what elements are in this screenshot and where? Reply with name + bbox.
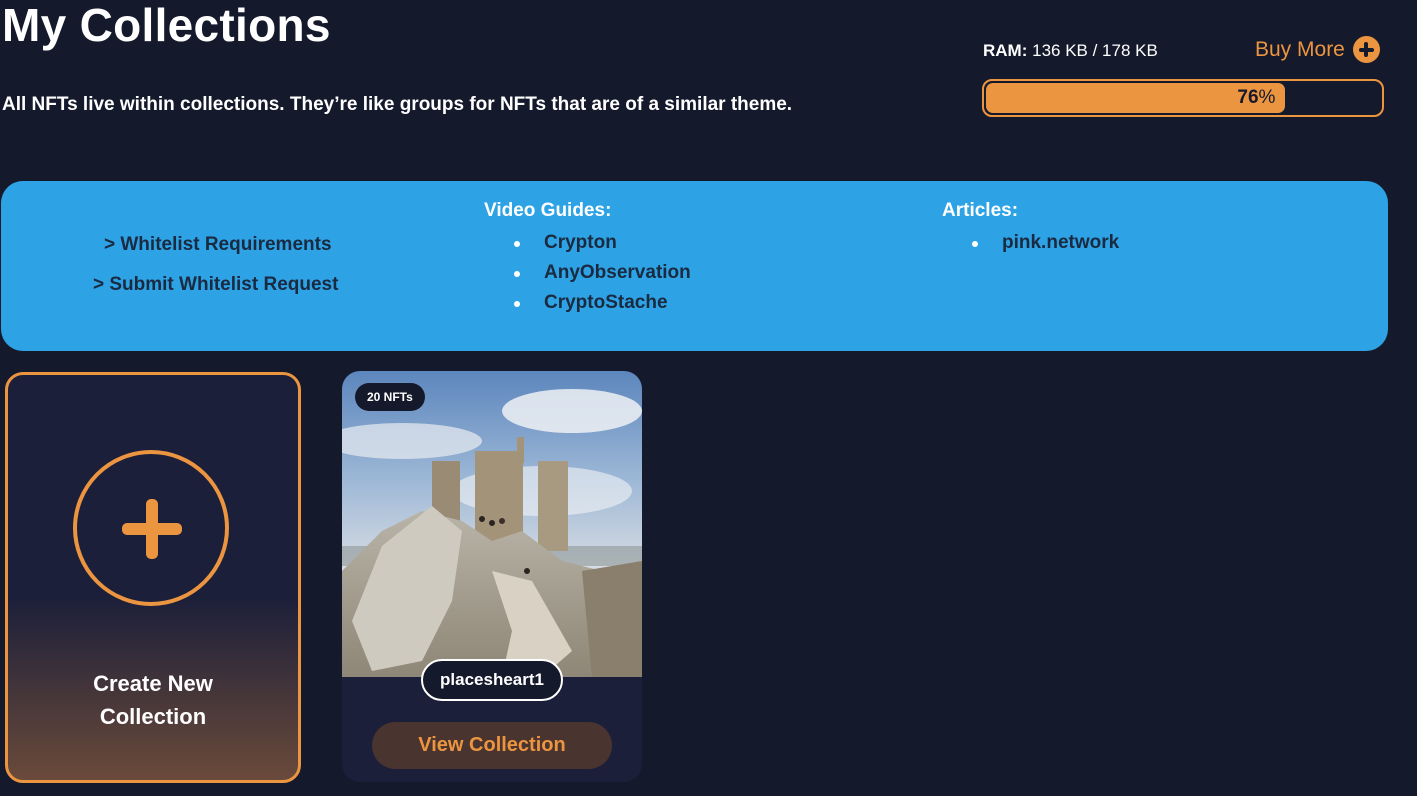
video-guide-link[interactable]: AnyObservation — [484, 258, 691, 288]
ram-label: RAM: — [983, 41, 1028, 60]
video-guide-link[interactable]: Crypton — [484, 228, 691, 258]
create-collection-label: Create New Collection — [93, 671, 213, 729]
video-guide-link[interactable]: CryptoStache — [484, 288, 691, 318]
plus-icon — [73, 450, 229, 606]
ram-usage-value: 136 KB / 178 KB — [1032, 41, 1158, 60]
plus-circle-icon — [1352, 36, 1380, 63]
page-title: My Collections — [2, 0, 331, 51]
ram-percent-sign: % — [1258, 87, 1276, 108]
collection-image — [342, 371, 642, 677]
video-guides-list: Crypton AnyObservation CryptoStache — [484, 228, 691, 318]
create-collection-card[interactable]: Create New Collection — [5, 372, 301, 783]
view-collection-button[interactable]: View Collection — [372, 722, 612, 769]
ram-progress-bar: 76% — [982, 79, 1384, 117]
info-panel: > Whitelist Requirements > Submit Whitel… — [1, 181, 1388, 351]
articles-list: pink.network — [942, 228, 1119, 258]
ram-usage: RAM: 136 KB / 178 KB — [983, 41, 1158, 61]
buy-more-label: Buy More — [1255, 37, 1345, 61]
buy-more-button[interactable]: Buy More — [1255, 36, 1380, 63]
collection-card[interactable]: 20 NFTs placesheart1 View Collection — [342, 371, 642, 782]
ram-percent-value: 76 — [1237, 87, 1259, 108]
submit-whitelist-request-link[interactable]: > Submit Whitelist Request — [93, 274, 338, 296]
nft-count-badge: 20 NFTs — [355, 383, 425, 411]
whitelist-requirements-link[interactable]: > Whitelist Requirements — [104, 234, 332, 256]
video-guides-title: Video Guides: — [484, 200, 612, 221]
ram-progress-fill: 76% — [986, 83, 1286, 113]
page-subtitle: All NFTs live within collections. They’r… — [2, 94, 793, 115]
article-link[interactable]: pink.network — [942, 228, 1119, 258]
collection-name: placesheart1 — [421, 659, 563, 701]
articles-title: Articles: — [942, 200, 1019, 221]
video-guides-section: Video Guides: Crypton AnyObservation Cry… — [484, 200, 691, 318]
articles-section: Articles: pink.network — [942, 200, 1119, 258]
